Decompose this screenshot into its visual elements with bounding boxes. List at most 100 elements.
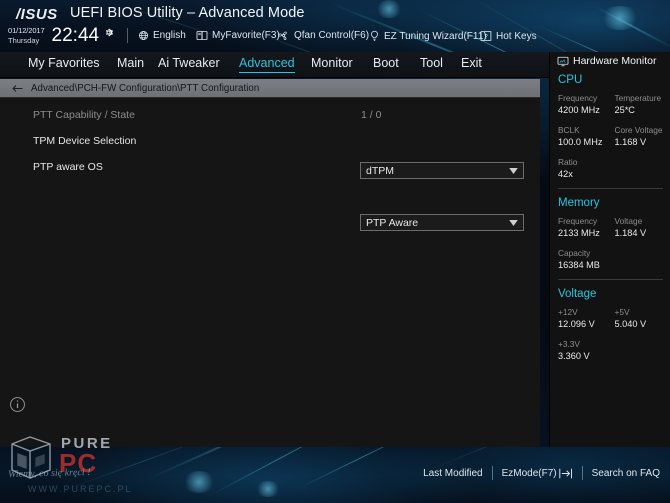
tab-main[interactable]: Main [117,56,144,72]
sidebar-divider [558,279,663,280]
last-modified-label: Last Modified [423,467,483,479]
metric-value: 1.168 V [614,137,647,147]
metric-row: Frequency 4200 MHz Temperature 25*C [558,92,670,117]
svg-text:?: ? [484,34,488,40]
metric-ratio: Ratio 42x [558,156,615,181]
cpu-metrics: Frequency 4200 MHz Temperature 25*C BCLK… [558,92,670,181]
metric-value: 4200 MHz [558,105,600,115]
watermark-tagline: Wiemy, co się kręci ! [7,466,91,481]
table-row-ptt-capability: PTT Capability / State 1 / 0 [0,102,540,128]
tab-boot[interactable]: Boot [373,56,399,72]
metric-value: 12.096 V [558,319,595,329]
setting-label: PTT Capability / State [33,109,135,121]
hardware-monitor-panel: Hardware Monitor CPU Frequency 4200 MHz … [549,52,670,447]
qfan-control-label: Qfan Control(F6) [294,30,370,41]
metric-value: 16384 MB [558,260,600,270]
hot-keys-label: Hot Keys [496,30,537,42]
bulb-icon [369,30,380,42]
bios-screen: /ISUS UEFI BIOS Utility – Advanced Mode … [0,0,670,503]
settings-panel: PTT Capability / State 1 / 0 TPM Device … [0,97,540,447]
exit-arrow-icon [558,468,573,479]
metric-key: Capacity [558,248,591,258]
book-icon [196,30,208,41]
metric-row: BCLK 100.0 MHz Core Voltage 1.168 V [558,124,670,149]
metric-value: 1.184 V [614,228,647,238]
metric-temperature: Temperature 25*C [615,92,670,117]
metric-key: +3.3V [558,339,580,349]
metric-voltage: Voltage 1.184 V [615,215,670,240]
asus-logo: /ISUS [16,6,58,23]
myfavorite-label: MyFavorite(F3) [212,30,280,41]
metric-key: BCLK [558,125,580,135]
voltage-metrics: +12V 12.096 V +5V 5.040 V +3.3V 3.360 V [558,306,670,363]
page-title: UEFI BIOS Utility – Advanced Mode [70,5,305,21]
metric-value: 3.360 V [558,351,590,361]
metric-value: 2133 MHz [558,228,600,238]
weekday-label: Thursday [8,35,40,45]
header-divider-1 [127,28,128,43]
metric-key: Voltage [614,216,643,226]
breadcrumb: Advanced\PCH-FW Configuration\PTT Config… [0,79,540,97]
search-faq-button[interactable]: Search on FAQ [592,468,660,479]
info-icon[interactable] [9,396,26,413]
tab-ai-tweaker[interactable]: Ai Tweaker [158,56,220,72]
section-title-cpu: CPU [558,74,583,86]
memory-metrics: Frequency 2133 MHz Voltage 1.184 V Capac… [558,215,670,272]
tab-advanced[interactable]: Advanced [239,56,295,73]
metric-key: Frequency [558,93,598,103]
tab-my-favorites[interactable]: My Favorites [28,56,100,72]
metric-value: 25*C [614,105,635,115]
metric-key: +5V [614,307,630,317]
metric-key: Ratio [558,157,578,167]
hot-keys-button[interactable]: ? Hot Keys [480,30,537,42]
question-box-icon: ? [480,30,492,42]
section-title-voltage: Voltage [558,288,597,300]
fan-icon [277,30,290,41]
globe-icon [138,30,149,41]
metric-key: Core Voltage [614,125,663,135]
setting-label: PTP aware OS [33,161,103,173]
clock-label: 22:44 [51,25,100,46]
sidebar-divider [558,188,663,189]
metric-core-voltage: Core Voltage 1.168 V [615,124,670,149]
title-bar: /ISUS UEFI BIOS Utility – Advanced Mode … [0,0,670,52]
breadcrumb-path: Advanced\PCH-FW Configuration\PTT Config… [31,82,260,94]
ezmode-button[interactable]: EzMode(F7) [502,468,573,479]
metric-value: 5.040 V [614,319,647,329]
back-arrow-icon[interactable] [11,83,24,94]
metric-row: Frequency 2133 MHz Voltage 1.184 V [558,215,670,240]
metric-key: Temperature [614,93,662,103]
metric-capacity: Capacity 16384 MB [558,247,615,272]
date-label: 01/12/2017 [8,25,45,35]
metric-12v: +12V 12.096 V [558,306,615,331]
metric-3-3v: +3.3V 3.360 V [558,338,615,363]
hardware-monitor-header: Hardware Monitor [557,55,656,67]
tab-exit[interactable]: Exit [461,56,482,72]
myfavorite-button[interactable]: MyFavorite(F3) [196,30,280,41]
gear-icon[interactable] [103,27,114,38]
hardware-monitor-title: Hardware Monitor [573,55,657,67]
section-title-memory: Memory [558,197,600,209]
table-row-ptp-aware-os[interactable]: PTP aware OS PTP Aware [0,154,540,231]
watermark-url: WWW.PUREPC.PL [28,484,133,494]
last-modified-button[interactable]: Last Modified [423,468,482,479]
metric-row: +12V 12.096 V +5V 5.040 V [558,306,670,331]
tab-tool[interactable]: Tool [420,56,443,72]
footer-actions: Last Modified EzMode(F7) Search on FAQ [423,466,660,480]
metric-frequency: Frequency 4200 MHz [558,92,615,117]
language-button[interactable]: English [138,30,186,41]
metric-row: +3.3V 3.360 V [558,338,670,363]
chevron-down-icon [509,219,518,226]
footer-divider-2 [581,466,583,480]
metric-row: Ratio 42x [558,156,670,181]
dropdown-value: PTP Aware [366,216,419,229]
qfan-control-button[interactable]: Qfan Control(F6) [277,30,369,41]
ptp-aware-os-dropdown[interactable]: PTP Aware [360,214,524,231]
metric-key: +12V [558,307,578,317]
metric-frequency: Frequency 2133 MHz [558,215,615,240]
ez-tuning-wizard-button[interactable]: EZ Tuning Wizard(F11) [369,30,487,42]
table-row-tpm-device-selection[interactable]: TPM Device Selection dTPM [0,128,540,179]
ezmode-label: EzMode(F7) [501,467,557,479]
tab-monitor[interactable]: Monitor [311,56,353,72]
metric-row: Capacity 16384 MB [558,247,670,272]
